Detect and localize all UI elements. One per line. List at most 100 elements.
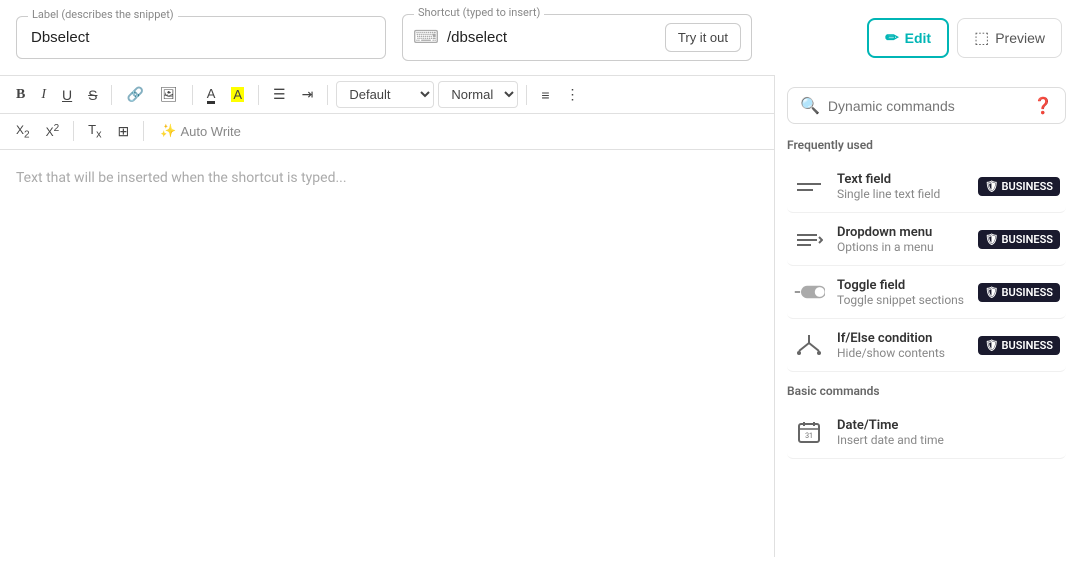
dropdown-name: Dropdown menu (837, 225, 966, 240)
label-input[interactable] (16, 16, 386, 59)
indent-button[interactable]: ⇥ (296, 82, 320, 107)
badge-label-dd: BUSINESS (1002, 233, 1054, 246)
label-field-label: Label (describes the snippet) (28, 8, 178, 21)
command-ifelse[interactable]: If/Else condition Hide/show contents 🛡 B… (787, 319, 1066, 372)
top-actions: ✏ Edit ⬚ Preview (867, 18, 1062, 58)
indent-icon: ⇥ (302, 86, 314, 103)
image-button[interactable]: 🖼 (154, 82, 184, 107)
toolbar-row2: X2 X2 Tx ⊞ ✨ Auto Write (0, 114, 774, 150)
toolbar-divider-1 (111, 85, 112, 105)
size-select[interactable]: Normal Small Large (438, 81, 518, 108)
try-it-out-button[interactable]: Try it out (665, 23, 741, 52)
dynamic-commands-search[interactable] (828, 98, 1025, 114)
editor-placeholder: Text that will be inserted when the shor… (16, 170, 347, 186)
svg-text:31: 31 (805, 432, 813, 440)
superscript-button[interactable]: X2 (40, 119, 66, 143)
section-gap (787, 372, 1066, 384)
shield-icon-ie: 🛡 (985, 339, 999, 352)
strikethrough-button[interactable]: S (82, 83, 103, 107)
command-datetime[interactable]: 31 Date/Time Insert date and time (787, 406, 1066, 459)
clear-format-icon: Tx (88, 122, 101, 141)
command-dropdown-menu[interactable]: Dropdown menu Options in a menu 🛡 BUSINE… (787, 213, 1066, 266)
clear-format-button[interactable]: Tx (82, 118, 107, 145)
toggle-desc: Toggle snippet sections (837, 293, 966, 307)
style-select[interactable]: Default Heading 1 Heading 2 (336, 81, 434, 108)
underline-button[interactable]: U (56, 83, 78, 107)
text-field-desc: Single line text field (837, 187, 966, 201)
toolbar-divider-5 (526, 85, 527, 105)
search-icon: 🔍 (800, 96, 820, 115)
preview-label: Preview (995, 30, 1045, 46)
command-toggle-field[interactable]: Toggle field Toggle snippet sections 🛡 B… (787, 266, 1066, 319)
link-button[interactable]: 🔗 (120, 82, 149, 107)
highlight-button[interactable]: A (225, 83, 250, 106)
ifelse-name: If/Else condition (837, 331, 966, 346)
shortcut-inner: ⌨ Try it out (402, 14, 752, 61)
align-button[interactable]: ☰ (267, 82, 292, 107)
ifelse-icon (793, 329, 825, 361)
shortcut-field-container: Shortcut (typed to insert) ⌨ Try it out (402, 14, 752, 61)
badge-label-tf: BUSINESS (1002, 180, 1054, 193)
link-icon: 🔗 (126, 86, 143, 103)
editor-panel: B I U S 🔗 🖼 A A (0, 75, 775, 557)
text-field-text: Text field Single line text field (837, 172, 966, 201)
bold-button[interactable]: B (10, 83, 31, 107)
frequently-used-label: Frequently used (787, 138, 1066, 152)
main-area: B I U S 🔗 🖼 A A (0, 75, 1078, 557)
shortcut-field-label: Shortcut (typed to insert) (414, 6, 544, 19)
text-field-icon (793, 170, 825, 202)
top-bar: Label (describes the snippet) Shortcut (… (0, 0, 1078, 75)
subscript-button[interactable]: X2 (10, 119, 36, 144)
auto-write-button[interactable]: ✨ Auto Write (152, 119, 249, 143)
badge-label-ie: BUSINESS (1002, 339, 1054, 352)
bold-icon: B (16, 87, 25, 103)
toolbar-divider-7 (143, 121, 144, 141)
label-field-container: Label (describes the snippet) (16, 16, 386, 59)
help-icon[interactable]: ❓ (1033, 96, 1053, 115)
shield-icon-tg: 🛡 (985, 286, 999, 299)
ordered-list-button[interactable]: ≡ (535, 83, 555, 107)
search-box: 🔍 ❓ (787, 87, 1066, 124)
pencil-icon: ✏ (885, 28, 898, 48)
shield-icon-tf: 🛡 (985, 180, 999, 193)
toolbar-row1: B I U S 🔗 🖼 A A (0, 76, 774, 114)
dropdown-badge: 🛡 BUSINESS (978, 230, 1060, 249)
image-icon: 🖼 (160, 86, 178, 103)
superscript-icon: X2 (46, 123, 60, 139)
unordered-list-icon: ⋮ (566, 86, 580, 103)
toolbar-divider-3 (258, 85, 259, 105)
dropdown-desc: Options in a menu (837, 240, 966, 254)
toggle-badge: 🛡 BUSINESS (978, 283, 1060, 302)
italic-button[interactable]: I (35, 83, 52, 107)
font-color-button[interactable]: A (201, 82, 222, 108)
shortcut-input[interactable] (447, 29, 657, 46)
command-text-field[interactable]: Text field Single line text field 🛡 BUSI… (787, 160, 1066, 213)
toolbar-divider-2 (192, 85, 193, 105)
text-field-badge: 🛡 BUSINESS (978, 177, 1060, 196)
preview-button[interactable]: ⬚ Preview (957, 18, 1062, 58)
keyboard-icon: ⌨ (413, 27, 439, 48)
font-color-icon: A (207, 86, 216, 104)
edit-label: Edit (905, 30, 931, 46)
unordered-list-button[interactable]: ⋮ (560, 82, 586, 107)
magic-icon: ✨ (160, 123, 176, 139)
basic-commands-label: Basic commands (787, 384, 1066, 398)
subscript-icon: X2 (16, 123, 30, 140)
table-icon: ⊞ (118, 123, 130, 140)
shield-icon-dd: 🛡 (985, 233, 999, 246)
dropdown-menu-icon (793, 223, 825, 255)
datetime-name: Date/Time (837, 418, 1060, 433)
highlight-icon: A (231, 87, 244, 102)
table-button[interactable]: ⊞ (112, 119, 136, 144)
toolbar-divider-6 (73, 121, 74, 141)
sidebar: 🔍 ❓ Frequently used Text field Single li… (775, 75, 1078, 557)
datetime-text: Date/Time Insert date and time (837, 418, 1060, 447)
strike-icon: S (88, 87, 97, 103)
datetime-icon: 31 (793, 416, 825, 448)
align-icon: ☰ (273, 86, 286, 103)
editor-content[interactable]: Text that will be inserted when the shor… (0, 150, 774, 557)
edit-button[interactable]: ✏ Edit (867, 18, 949, 58)
ifelse-badge: 🛡 BUSINESS (978, 336, 1060, 355)
badge-label-tg: BUSINESS (1002, 286, 1054, 299)
dropdown-text: Dropdown menu Options in a menu (837, 225, 966, 254)
